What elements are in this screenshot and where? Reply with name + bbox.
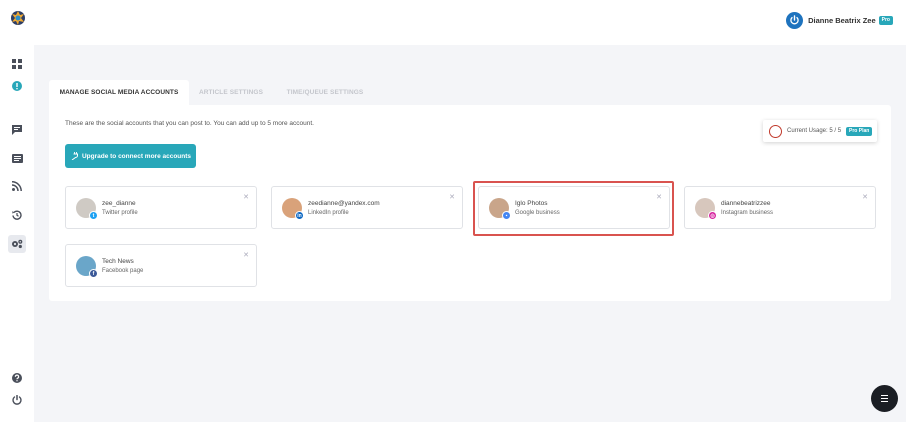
account-type: Twitter profile bbox=[102, 210, 138, 216]
dashboard-icon[interactable] bbox=[8, 55, 26, 73]
accounts-info-text: These are the social accounts that you c… bbox=[65, 120, 314, 127]
account-name: zeedianne@yandex.com bbox=[308, 200, 380, 207]
usage-ring-icon bbox=[769, 124, 782, 138]
upgrade-button[interactable]: Upgrade to connect more accounts bbox=[65, 144, 196, 168]
remove-account-close-icon[interactable]: ✕ bbox=[862, 193, 868, 201]
current-usage-box: Current Usage: 5 / 5 Pro Plan bbox=[763, 120, 877, 142]
rss-feed-icon[interactable] bbox=[8, 177, 26, 195]
logout-power-icon[interactable] bbox=[8, 391, 26, 409]
top-bar: Dianne Beatrix Zee Pro bbox=[0, 0, 906, 45]
account-name: Iglo Photos bbox=[515, 200, 548, 207]
usage-plan-badge: Pro Plan bbox=[846, 126, 873, 136]
instagram-icon: ◎ bbox=[708, 211, 717, 220]
account-name: zee_dianne bbox=[102, 200, 136, 207]
account-card-linkedin[interactable]: in zeedianne@yandex.com LinkedIn profile… bbox=[271, 186, 463, 229]
account-card-twitter[interactable]: t zee_dianne Twitter profile ✕ bbox=[65, 186, 257, 229]
history-icon[interactable] bbox=[8, 206, 26, 224]
account-name: diannebeatrizzee bbox=[721, 200, 771, 207]
help-icon[interactable] bbox=[8, 369, 26, 387]
remove-account-close-icon[interactable]: ✕ bbox=[243, 193, 249, 201]
account-card-instagram[interactable]: ◎ diannebeatrizzee Instagram business ✕ bbox=[684, 186, 876, 229]
plug-icon bbox=[71, 152, 78, 160]
articles-icon[interactable] bbox=[8, 149, 26, 167]
menu-line-icon bbox=[881, 401, 888, 403]
user-avatar-power-icon[interactable] bbox=[786, 12, 804, 29]
user-name: Dianne Beatrix Zee bbox=[808, 16, 876, 25]
account-type: LinkedIn profile bbox=[308, 210, 349, 216]
alert-icon[interactable] bbox=[8, 77, 26, 95]
usage-label: Current Usage: 5 / 5 bbox=[787, 128, 842, 134]
facebook-icon: f bbox=[89, 269, 98, 278]
remove-account-close-icon[interactable]: ✕ bbox=[449, 193, 455, 201]
floating-menu-button[interactable] bbox=[871, 385, 898, 412]
menu-line-icon bbox=[881, 394, 888, 396]
user-menu[interactable]: Dianne Beatrix Zee Pro bbox=[786, 12, 893, 29]
left-sidebar bbox=[0, 45, 34, 422]
google-business-icon: ▪ bbox=[502, 211, 511, 220]
tab-article-settings[interactable]: ARTICLE SETTINGS bbox=[195, 80, 267, 105]
account-type: Google business bbox=[515, 210, 560, 216]
app-logo-icon[interactable] bbox=[9, 9, 27, 27]
twitter-icon: t bbox=[89, 211, 98, 220]
remove-account-close-icon[interactable]: ✕ bbox=[243, 251, 249, 259]
remove-account-close-icon[interactable]: ✕ bbox=[656, 193, 662, 201]
accounts-panel: These are the social accounts that you c… bbox=[49, 105, 891, 301]
tab-time-queue-settings[interactable]: TIME/QUEUE SETTINGS bbox=[282, 80, 368, 105]
account-card-google-business[interactable]: ▪ Iglo Photos Google business ✕ bbox=[478, 186, 670, 229]
account-type: Facebook page bbox=[102, 268, 144, 274]
upgrade-button-label: Upgrade to connect more accounts bbox=[81, 152, 192, 160]
settings-gears-icon[interactable] bbox=[8, 235, 26, 253]
account-name: Tech News bbox=[102, 258, 134, 265]
account-type: Instagram business bbox=[721, 210, 774, 216]
tab-manage-social-media-accounts[interactable]: MANAGE SOCIAL MEDIA ACCOUNTS bbox=[49, 80, 189, 105]
account-card-facebook[interactable]: f Tech News Facebook page ✕ bbox=[65, 244, 257, 287]
menu-line-icon bbox=[881, 397, 888, 400]
linkedin-icon: in bbox=[295, 211, 304, 220]
comment-icon[interactable] bbox=[8, 121, 26, 139]
plan-badge: Pro bbox=[878, 16, 893, 25]
